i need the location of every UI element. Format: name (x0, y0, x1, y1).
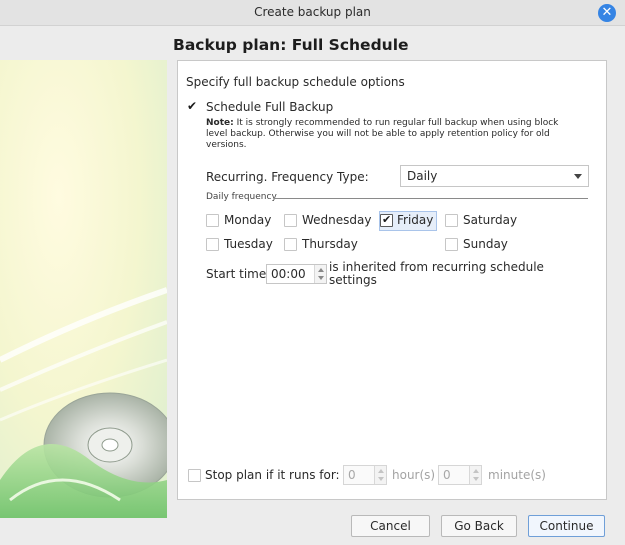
spinner-arrows-icon[interactable] (314, 265, 326, 283)
start-time-label: Start time (206, 267, 267, 281)
start-time-note-line1: is inherited from recurring schedule (329, 260, 544, 274)
frequency-type-label: Recurring. Frequency Type: (206, 170, 369, 184)
day-label-saturday: Saturday (463, 213, 518, 227)
start-time-note-line2: settings (329, 273, 377, 287)
day-label-friday: Friday (397, 213, 434, 227)
day-label-thursday: Thursday (302, 237, 358, 251)
stop-hours-value: 0 (348, 468, 356, 482)
stop-hours-input[interactable]: 0 (343, 465, 387, 485)
start-time-note: is inherited from recurring schedule set… (329, 261, 544, 287)
day-label-wednesday: Wednesday (302, 213, 372, 227)
day-checkbox-monday[interactable] (206, 214, 219, 227)
frequency-type-value: Daily (407, 169, 438, 183)
go-back-button[interactable]: Go Back (441, 515, 517, 537)
disc-illustration (0, 60, 167, 518)
day-label-monday: Monday (224, 213, 272, 227)
continue-button[interactable]: Continue (528, 515, 605, 537)
wizard-side-image (0, 60, 167, 518)
day-checkbox-tuesday[interactable] (206, 238, 219, 251)
note-line2: level backup. Otherwise you will not be … (206, 129, 550, 139)
note-line3: versions. (206, 140, 247, 150)
close-icon: ✕ (601, 5, 613, 20)
schedule-full-backup-label: Schedule Full Backup (206, 100, 334, 114)
schedule-full-backup-checkbox[interactable]: ✔ (187, 99, 197, 113)
daily-frequency-label: Daily frequency (206, 192, 277, 202)
page-title: Backup plan: Full Schedule (173, 36, 409, 54)
day-checkbox-wednesday[interactable] (284, 214, 297, 227)
stop-plan-label: Stop plan if it runs for: (205, 468, 340, 482)
daily-frequency-divider (274, 198, 588, 199)
day-checkbox-saturday[interactable] (445, 214, 458, 227)
stop-plan-checkbox[interactable] (188, 469, 201, 482)
stop-hours-unit: hour(s) (392, 468, 436, 482)
spinner-arrows-icon[interactable] (469, 466, 481, 484)
day-checkbox-friday[interactable] (380, 213, 393, 227)
day-checkbox-sunday[interactable] (445, 238, 458, 251)
start-time-input[interactable]: 00:00 (266, 264, 327, 284)
frequency-type-select[interactable]: Daily (400, 165, 589, 187)
note-bold: Note: (206, 118, 234, 128)
stop-minutes-unit: minute(s) (488, 468, 546, 482)
chevron-down-icon (574, 174, 582, 179)
note-line1: It is strongly recommended to run regula… (236, 118, 559, 128)
close-button[interactable]: ✕ (598, 4, 616, 22)
spinner-arrows-icon[interactable] (374, 466, 386, 484)
start-time-value: 00:00 (271, 267, 306, 281)
day-checkbox-thursday[interactable] (284, 238, 297, 251)
title-bar: Create backup plan ✕ (0, 0, 625, 26)
options-panel: Specify full backup schedule options ✔ S… (177, 60, 607, 500)
stop-minutes-input[interactable]: 0 (438, 465, 482, 485)
panel-heading: Specify full backup schedule options (186, 75, 405, 89)
day-label-sunday: Sunday (463, 237, 508, 251)
window-title: Create backup plan (254, 5, 371, 19)
day-label-tuesday: Tuesday (224, 237, 273, 251)
cancel-button[interactable]: Cancel (351, 515, 430, 537)
stop-minutes-value: 0 (443, 468, 451, 482)
note-text: Note: It is strongly recommended to run … (206, 118, 558, 151)
